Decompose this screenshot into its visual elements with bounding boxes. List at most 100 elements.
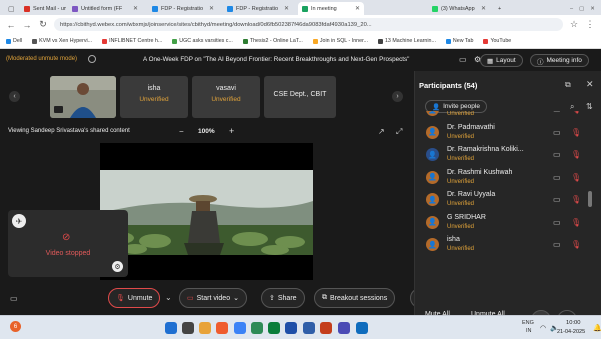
browser-settings-icon[interactable]: ⋮ xyxy=(585,19,595,30)
bookmark-item[interactable]: YouTube xyxy=(483,38,511,44)
bookmark-item[interactable]: Thesis2 - Online LaT... xyxy=(242,38,303,44)
shared-content-view[interactable] xyxy=(100,143,313,280)
file-explorer-icon[interactable] xyxy=(251,322,263,334)
chevron-down-icon[interactable]: ⌄ xyxy=(165,293,172,302)
participant-row[interactable]: 👤 Dr. Ravi Uyyala Unverified ▭ 🎙 xyxy=(415,189,601,211)
participant-row[interactable]: 👤 Unverified ▭ 🎙 xyxy=(415,111,601,121)
browser-tab[interactable]: Sent Mail - umar✕ xyxy=(20,2,66,15)
browser-tab[interactable]: (3) WhatsApp ✕ xyxy=(428,2,490,15)
participant-tile-isha[interactable]: isha Unverified xyxy=(120,76,188,118)
browser-tab[interactable]: In meeting ✕ xyxy=(298,2,364,15)
self-view[interactable]: ✈ ⊘ Video stopped ⚙ xyxy=(8,210,128,277)
participant-row[interactable]: 👤 isha Unverified ▭ 🎙 xyxy=(415,234,601,256)
participant-status: Unverified xyxy=(447,156,475,162)
url-field[interactable]: https://cbithyd.webex.com/wbxmjs/joinser… xyxy=(54,18,563,31)
word-icon[interactable] xyxy=(285,322,297,334)
mic-muted-icon[interactable]: 🎙 xyxy=(571,173,581,182)
mic-muted-icon[interactable]: 🎙 xyxy=(571,150,581,159)
meeting-info-button[interactable]: ⓘ Meeting info xyxy=(530,54,589,67)
tab-close-icon[interactable]: ✕ xyxy=(133,5,138,12)
whatsapp-icon[interactable] xyxy=(268,322,280,334)
bookmark-item[interactable]: Join in SQL - Inner... xyxy=(312,38,368,44)
extensions-icon[interactable]: ☆ xyxy=(569,19,579,30)
mic-muted-icon[interactable]: 🎙 xyxy=(571,128,581,137)
widgets-icon[interactable] xyxy=(199,322,211,334)
close-panel-icon[interactable]: ✕ xyxy=(586,79,594,90)
mic-muted-icon: 🎙 xyxy=(116,295,125,302)
search-icon[interactable] xyxy=(182,322,194,334)
participant-tile-vasavi[interactable]: vasavi Unverified xyxy=(192,76,260,118)
webex-icon[interactable] xyxy=(356,322,368,334)
forward-icon[interactable]: → xyxy=(22,20,32,30)
info-icon[interactable] xyxy=(88,55,96,63)
window-controls[interactable]: – ▢ ✕ xyxy=(566,2,596,15)
browser-menu-icon[interactable]: ▢ xyxy=(4,2,16,15)
bookmark-item[interactable]: New Tab xyxy=(445,38,473,44)
screen-icon[interactable]: ▭ xyxy=(459,55,467,64)
participant-list[interactable]: 👤 Unverified ▭ 🎙 👤 Dr. Padmavathi Unverified ▭ 🎙… xyxy=(415,111,601,263)
notifications-icon[interactable]: 🔔 xyxy=(593,324,601,332)
bookmark-item[interactable]: UGC asks varsities c... xyxy=(172,38,233,44)
annotate-icon[interactable]: ↗ xyxy=(378,127,385,136)
new-tab-button[interactable]: + xyxy=(494,2,506,15)
popout-icon[interactable]: ⧉ xyxy=(565,80,571,90)
browser-tab[interactable]: FDP - Registratio ✕ xyxy=(148,2,218,15)
start-icon[interactable] xyxy=(165,322,177,334)
breakout-sessions-button[interactable]: ⧉ Breakout sessions xyxy=(314,288,396,308)
avatar: 👤 xyxy=(426,215,439,229)
sort-icon[interactable]: ⇅ xyxy=(586,102,593,111)
speaker-video-tile[interactable] xyxy=(50,76,116,118)
tab-favicon-icon xyxy=(432,5,438,12)
teams-icon[interactable] xyxy=(338,322,350,334)
browser-tab[interactable]: FDP - Registratio ✕ xyxy=(223,2,293,15)
layout-icon: ▦ xyxy=(487,57,494,65)
chrome-icon[interactable] xyxy=(234,322,246,334)
zoom-in-button[interactable]: + xyxy=(229,126,234,136)
participant-row[interactable]: 👤 Dr. Padmavathi Unverified ▭ 🎙 xyxy=(415,122,601,144)
brave-icon[interactable] xyxy=(216,322,228,334)
camera-icon: ▭ xyxy=(553,150,561,159)
bookmark-icon xyxy=(377,38,383,44)
pin-icon[interactable]: ✈ xyxy=(12,214,26,228)
tab-close-icon[interactable]: ✕ xyxy=(355,5,360,12)
participant-tile-cse[interactable]: CSE Dept., CBIT xyxy=(264,76,336,118)
tile-status: Unverified xyxy=(139,96,169,103)
moderated-mode-label: (Moderated unmute mode) xyxy=(6,56,78,62)
list-scrollbar[interactable] xyxy=(588,191,592,207)
tab-close-icon[interactable]: ✕ xyxy=(481,5,486,12)
participant-row[interactable]: 👤 G SRIDHAR Unverified ▭ 🎙 xyxy=(415,212,601,234)
language-indicator[interactable]: ENG xyxy=(522,320,534,326)
zoom-out-button[interactable]: − xyxy=(179,127,184,136)
bookmark-item[interactable]: Dell xyxy=(6,38,22,44)
captions-icon[interactable]: ▭ xyxy=(10,294,18,303)
share-button[interactable]: ⇪ Share xyxy=(261,288,305,308)
notification-badge[interactable]: 6 xyxy=(10,321,21,332)
browser-tab[interactable]: Untitled form (FF ✕ xyxy=(68,2,142,15)
strip-next-icon[interactable]: › xyxy=(392,91,403,102)
outlook-icon[interactable] xyxy=(303,322,315,334)
layout-button[interactable]: ▦ Layout xyxy=(480,54,523,67)
wifi-icon[interactable]: ◠ xyxy=(540,324,546,332)
tab-close-icon[interactable]: ✕ xyxy=(209,5,214,12)
tab-label: Untitled form (FF xyxy=(81,5,123,12)
mic-muted-icon[interactable]: 🎙 xyxy=(571,218,581,227)
settings-icon[interactable]: ⚙ xyxy=(112,261,123,272)
reload-icon[interactable]: ↻ xyxy=(38,19,48,30)
powerpoint-icon[interactable] xyxy=(320,322,332,334)
start-video-button[interactable]: ▭ Start video ⌄ xyxy=(179,288,247,308)
participant-row[interactable]: 👤 Dr. Rashmi Kushwah Unverified ▭ 🎙 xyxy=(415,167,601,189)
bookmark-item[interactable]: KVM vs Xen Hypervi... xyxy=(32,38,92,44)
language-region: IN xyxy=(526,328,532,334)
unmute-button[interactable]: 🎙 Unmute xyxy=(108,288,161,308)
clock-time[interactable]: 10:00 xyxy=(566,320,581,326)
tab-close-icon[interactable]: ✕ xyxy=(284,5,289,12)
mic-muted-icon[interactable]: 🎙 xyxy=(571,111,581,114)
bookmark-item[interactable]: 13 Machine Learnin... xyxy=(377,38,436,44)
mic-muted-icon[interactable]: 🎙 xyxy=(571,195,581,204)
bookmark-item[interactable]: INFLIBNET Centre h... xyxy=(102,38,162,44)
mic-muted-icon[interactable]: 🎙 xyxy=(571,240,581,249)
back-icon[interactable]: ← xyxy=(6,20,16,30)
participant-row[interactable]: 👤 Dr. Ramakrishna Koliki... Unverified ▭ 🎙 xyxy=(415,144,601,166)
expand-icon[interactable]: ⤢ xyxy=(396,127,402,137)
strip-prev-icon[interactable]: ‹ xyxy=(9,91,20,102)
